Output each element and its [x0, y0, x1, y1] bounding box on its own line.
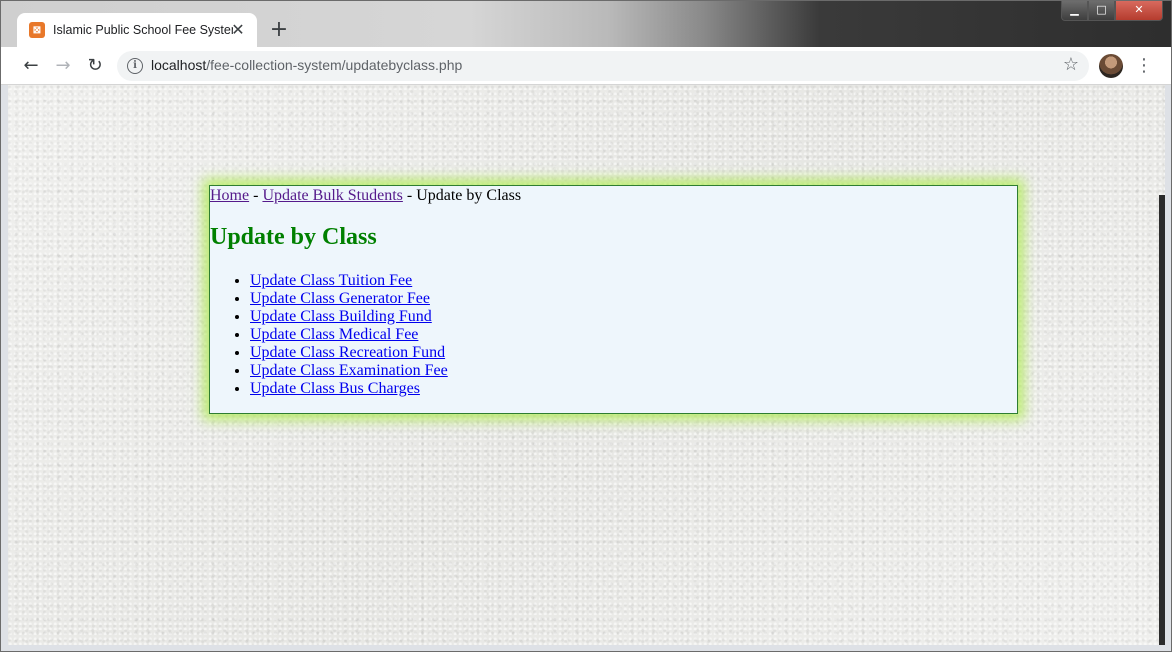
xampp-favicon-icon: ⊠: [29, 22, 45, 38]
list-item: Update Class Building Fund: [250, 308, 448, 326]
list-item: Update Class Generator Fee: [250, 290, 448, 308]
tab-strip: ⊠ Islamic Public School Fee System ✕ + ▁…: [1, 1, 1171, 47]
update-medical-fee-link[interactable]: Update Class Medical Fee: [250, 326, 418, 343]
address-bar[interactable]: i localhost/fee-collection-system/update…: [117, 51, 1089, 81]
breadcrumb-home-link[interactable]: Home: [210, 187, 249, 204]
breadcrumb: Home - Update Bulk Students - Update by …: [210, 187, 521, 205]
update-examination-fee-link[interactable]: Update Class Examination Fee: [250, 362, 448, 379]
list-item: Update Class Recreation Fund: [250, 344, 448, 362]
forward-arrow-icon[interactable]: →: [49, 52, 77, 80]
list-item: Update Class Tuition Fee: [250, 272, 448, 290]
update-building-fund-link[interactable]: Update Class Building Fund: [250, 308, 432, 325]
browser-tab[interactable]: ⊠ Islamic Public School Fee System ✕: [17, 13, 257, 47]
reload-icon[interactable]: ↻: [81, 52, 109, 80]
list-item: Update Class Medical Fee: [250, 326, 448, 344]
update-links-list: Update Class Tuition Fee Update Class Ge…: [210, 272, 448, 398]
page-viewport: Home - Update Bulk Students - Update by …: [8, 85, 1165, 645]
breadcrumb-separator: -: [402, 187, 417, 204]
content-panel: Home - Update Bulk Students - Update by …: [209, 185, 1018, 414]
update-recreation-fund-link[interactable]: Update Class Recreation Fund: [250, 344, 445, 361]
bookmark-star-icon[interactable]: ☆: [1063, 54, 1079, 75]
breadcrumb-current: Update by Class: [416, 187, 522, 204]
back-arrow-icon[interactable]: ←: [17, 52, 45, 80]
update-generator-fee-link[interactable]: Update Class Generator Fee: [250, 290, 430, 307]
page-title: Update by Class: [210, 224, 377, 250]
site-info-icon[interactable]: i: [127, 58, 143, 74]
update-tuition-fee-link[interactable]: Update Class Tuition Fee: [250, 272, 412, 289]
url-text[interactable]: localhost/fee-collection-system/updateby…: [151, 57, 462, 73]
window-controls: ▁ □ ✕: [1061, 1, 1163, 21]
scrollbar[interactable]: [1159, 195, 1165, 645]
minimize-window-button[interactable]: ▁: [1061, 1, 1088, 21]
list-item: Update Class Bus Charges: [250, 380, 448, 398]
update-bus-charges-link[interactable]: Update Class Bus Charges: [250, 380, 420, 397]
tab-title: Islamic Public School Fee System: [53, 23, 233, 37]
close-window-button[interactable]: ✕: [1115, 1, 1163, 21]
url-host: localhost: [151, 57, 207, 73]
breadcrumb-separator: -: [249, 187, 263, 204]
profile-avatar[interactable]: [1099, 54, 1123, 78]
browser-window: ⊠ Islamic Public School Fee System ✕ + ▁…: [0, 0, 1172, 652]
close-tab-icon[interactable]: ✕: [229, 21, 247, 39]
more-menu-icon[interactable]: ⋮: [1135, 52, 1153, 80]
new-tab-button[interactable]: +: [265, 16, 293, 44]
breadcrumb-bulk-link[interactable]: Update Bulk Students: [262, 187, 402, 204]
url-path: /fee-collection-system/updatebyclass.php: [206, 57, 463, 73]
browser-toolbar: ← → ↻ i localhost/fee-collection-system/…: [1, 47, 1171, 85]
maximize-window-button[interactable]: □: [1088, 1, 1115, 21]
list-item: Update Class Examination Fee: [250, 362, 448, 380]
